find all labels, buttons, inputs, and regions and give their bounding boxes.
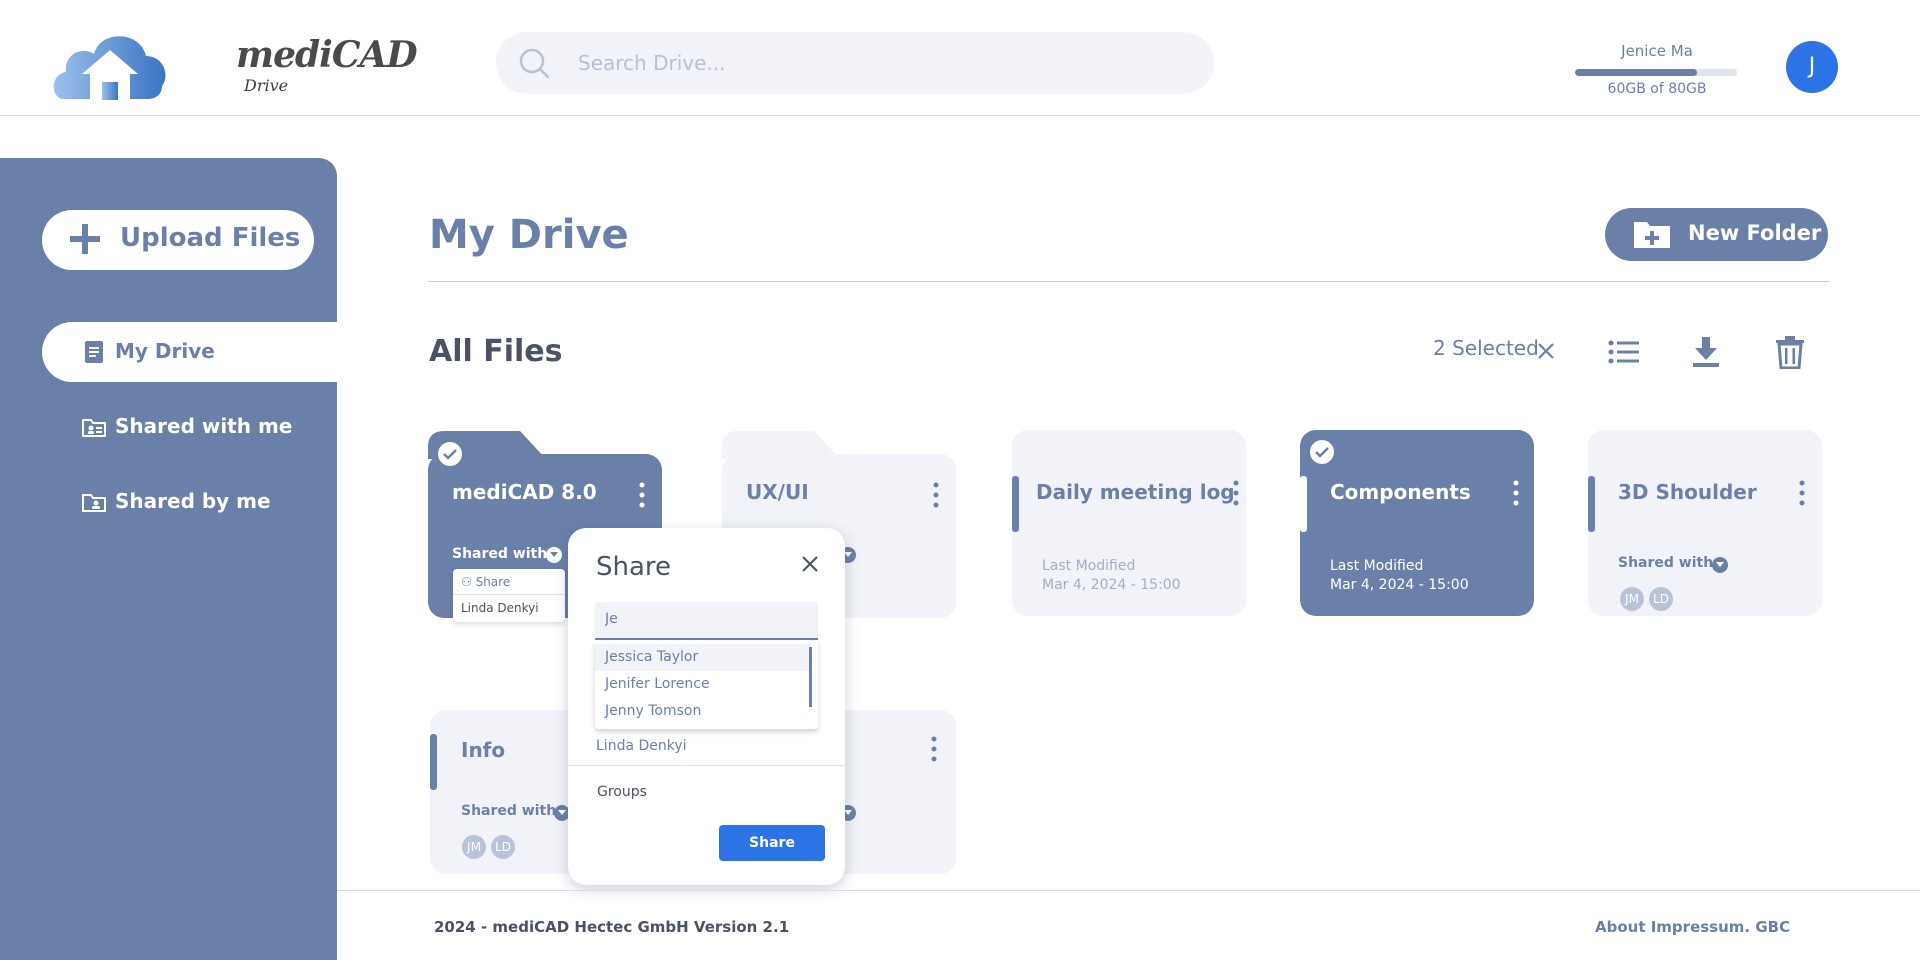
section-title: All Files <box>429 334 563 369</box>
card-accent-bar <box>1012 476 1019 532</box>
last-modified-label: Last Modified <box>1042 558 1136 574</box>
list-view-icon[interactable] <box>1607 335 1641 369</box>
shared-with-label: Shared with <box>461 803 557 819</box>
share-menu-label: Share <box>475 575 511 589</box>
page-title: My Drive <box>429 212 629 258</box>
download-icon[interactable] <box>1689 335 1723 369</box>
logo-subtitle: Drive <box>244 76 289 95</box>
document-icon <box>85 341 103 363</box>
suggestion-item[interactable]: Jenifer Lorence <box>595 671 810 698</box>
card-title: 3D Shoulder <box>1618 480 1757 504</box>
cloud-home-icon <box>53 36 166 100</box>
footer: 2024 - mediCAD Hectec GmbH Version 2.1 A… <box>337 890 1920 960</box>
user-chip[interactable]: LD <box>491 835 515 859</box>
more-options-icon[interactable] <box>930 736 938 762</box>
chevron-down-icon[interactable] <box>1712 557 1728 573</box>
checkmark-icon <box>1315 447 1329 458</box>
more-options-icon[interactable] <box>1798 480 1806 506</box>
close-icon[interactable] <box>800 554 820 574</box>
card-title: Info <box>461 738 506 762</box>
user-avatar[interactable]: J <box>1786 41 1838 93</box>
search-icon <box>519 48 550 79</box>
logo-wordmark: mediCAD <box>236 34 418 76</box>
card-title: UX/UI <box>746 480 809 504</box>
folder-user-icon <box>82 494 106 512</box>
sidebar-item-label: Shared by me <box>115 489 271 513</box>
upload-files-label: Upload Files <box>120 223 301 253</box>
share-dialog: Share Jessica Taylor Jenifer Lorence Jen… <box>568 528 845 885</box>
share-person-input[interactable] <box>605 611 805 627</box>
card-accent-bar <box>1588 476 1595 532</box>
folder-plus-icon <box>1634 222 1670 248</box>
new-folder-label: New Folder <box>1688 221 1822 245</box>
sidebar: Upload Files My Drive Shared with me Sha… <box>0 158 337 960</box>
shared-with-label: Shared with <box>1618 555 1714 571</box>
more-options-icon[interactable] <box>1232 480 1240 506</box>
user-chip[interactable]: JM <box>462 835 486 859</box>
storage-fill <box>1575 69 1697 76</box>
file-card-daily-meeting-log[interactable]: Daily meeting log Last Modified Mar 4, 2… <box>1012 430 1246 616</box>
folder-shared-icon <box>82 419 106 437</box>
checked-icon[interactable] <box>438 442 462 466</box>
top-header: mediCAD Drive Jenice Ma 60GB of 80GB J <box>0 0 1920 116</box>
folder-tab-icon <box>722 431 840 459</box>
last-modified-label: Last Modified <box>1330 558 1424 574</box>
share-button[interactable]: Share <box>719 825 825 861</box>
share-divider <box>568 765 845 766</box>
search-bar[interactable] <box>496 32 1214 94</box>
storage-bar <box>1575 69 1737 76</box>
upload-files-button[interactable]: Upload Files <box>42 210 314 270</box>
selected-count: 2 Selected <box>1433 336 1539 360</box>
menu-divider <box>453 594 565 595</box>
shared-person[interactable]: Linda Denkyi <box>461 601 539 615</box>
share-menu-item[interactable]: ⚇ Share <box>461 575 510 589</box>
checked-icon[interactable] <box>1310 440 1334 464</box>
plus-icon <box>70 224 100 254</box>
sidebar-item-my-drive[interactable]: My Drive <box>42 322 337 382</box>
footer-links[interactable]: About Impressum. GBC <box>1595 918 1790 936</box>
checkmark-icon <box>443 449 457 460</box>
sidebar-item-label: My Drive <box>115 339 215 363</box>
title-divider <box>428 281 1829 282</box>
suggestion-item[interactable]: Jenny Tomson <box>595 698 810 725</box>
sidebar-item-shared-with-me[interactable]: Shared with me <box>42 397 337 457</box>
shared-with-label: Shared with <box>452 546 548 562</box>
sidebar-item-label: Shared with me <box>115 414 293 438</box>
shared-person[interactable]: Linda Denkyi <box>596 738 687 754</box>
footer-copyright: 2024 - mediCAD Hectec GmbH Version 2.1 <box>434 918 790 936</box>
file-card-3d-shoulder[interactable]: 3D Shoulder Shared with JM LD <box>1588 430 1822 616</box>
chevron-down-icon[interactable] <box>546 547 562 563</box>
card-title: mediCAD 8.0 <box>452 480 597 504</box>
user-chip[interactable]: LD <box>1649 587 1673 611</box>
card-accent-bar <box>430 734 437 790</box>
file-card-components[interactable]: Components Last Modified Mar 4, 2024 - 1… <box>1300 430 1534 616</box>
share-user-icon: ⚇ <box>461 575 476 589</box>
share-dialog-title: Share <box>596 552 672 582</box>
card-title: Components <box>1330 480 1471 504</box>
suggestion-item[interactable]: Jessica Taylor <box>595 644 810 671</box>
more-options-icon[interactable] <box>1512 480 1520 506</box>
suggestion-list: Jessica Taylor Jenifer Lorence Jenny Tom… <box>595 641 818 729</box>
card-title: Daily meeting log <box>1036 480 1235 504</box>
groups-label: Groups <box>597 784 647 800</box>
user-chip[interactable]: JM <box>1620 587 1644 611</box>
more-options-icon[interactable] <box>932 482 940 508</box>
suggestion-scrollbar[interactable] <box>809 647 812 707</box>
last-modified-date: Mar 4, 2024 - 15:00 <box>1042 577 1181 593</box>
storage-text: 60GB of 80GB <box>1607 81 1707 97</box>
new-folder-button[interactable]: New Folder <box>1605 208 1828 261</box>
user-name: Jenice Ma <box>1621 42 1693 60</box>
trash-icon[interactable] <box>1773 335 1807 369</box>
last-modified-date: Mar 4, 2024 - 15:00 <box>1330 577 1469 593</box>
share-dropdown-menu: ⚇ Share Linda Denkyi <box>453 569 565 622</box>
clear-selection-icon[interactable] <box>1535 340 1557 362</box>
search-input[interactable] <box>578 48 1178 78</box>
card-accent-bar <box>1300 476 1307 532</box>
more-options-icon[interactable] <box>638 482 646 508</box>
app-logo[interactable]: mediCAD Drive <box>50 24 418 104</box>
sidebar-item-shared-by-me[interactable]: Shared by me <box>42 472 337 532</box>
share-input-field[interactable] <box>595 602 818 640</box>
